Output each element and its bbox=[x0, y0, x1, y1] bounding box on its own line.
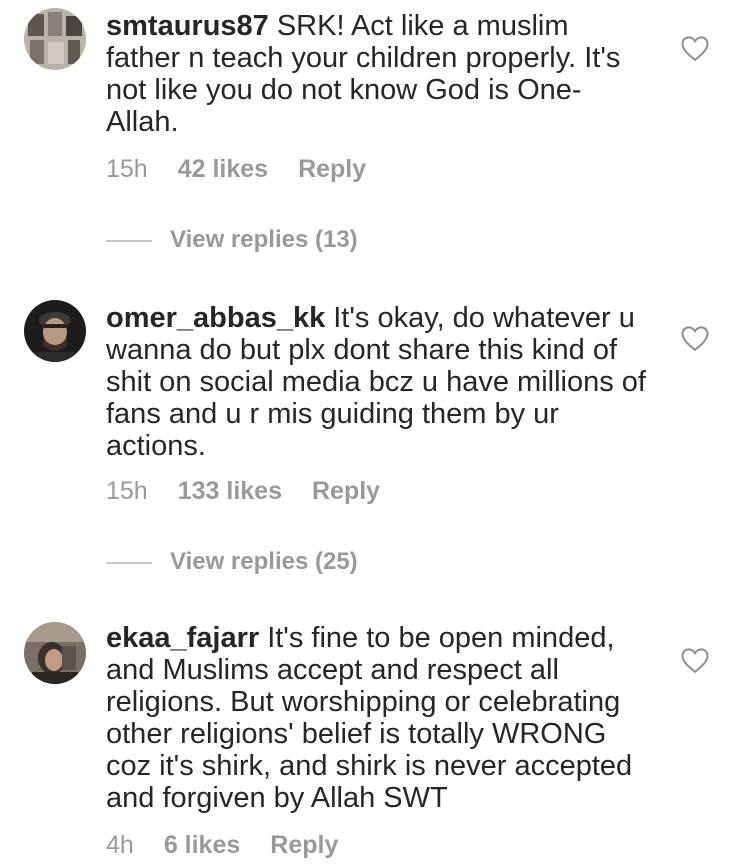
comment-meta: 15h 42 likes Reply bbox=[106, 155, 396, 184]
reply-button[interactable]: Reply bbox=[298, 155, 366, 184]
heart-icon[interactable] bbox=[680, 646, 710, 674]
divider-line bbox=[106, 239, 152, 242]
likes-count[interactable]: 133 likes bbox=[178, 477, 282, 506]
comment-body: ekaa_fajarr It's fine to be open minded, … bbox=[106, 622, 646, 814]
timestamp: 4h bbox=[106, 831, 134, 859]
username[interactable]: omer_abbas_kk bbox=[106, 302, 325, 334]
likes-count[interactable]: 6 likes bbox=[164, 831, 240, 860]
view-replies-label: View replies (13) bbox=[170, 226, 358, 253]
heart-icon[interactable] bbox=[680, 324, 710, 352]
comment-body: smtaurus87 SRK! Act like a muslim father … bbox=[106, 10, 646, 138]
comment-meta: 4h 6 likes Reply bbox=[106, 831, 368, 860]
reply-button[interactable]: Reply bbox=[312, 477, 380, 506]
heart-icon[interactable] bbox=[680, 34, 710, 62]
timestamp: 15h bbox=[106, 477, 148, 505]
comment-meta: 15h 133 likes Reply bbox=[106, 477, 410, 506]
divider-line bbox=[106, 561, 152, 564]
likes-count[interactable]: 42 likes bbox=[178, 155, 268, 184]
avatar[interactable] bbox=[24, 300, 86, 362]
view-replies-button[interactable]: View replies (25) bbox=[106, 548, 358, 578]
username[interactable]: smtaurus87 bbox=[106, 10, 269, 42]
avatar[interactable] bbox=[24, 8, 86, 70]
comment-body: omer_abbas_kk It's okay, do whatever u wa… bbox=[106, 302, 646, 462]
reply-button[interactable]: Reply bbox=[270, 831, 338, 860]
view-replies-button[interactable]: View replies (13) bbox=[106, 226, 358, 256]
username[interactable]: ekaa_fajarr bbox=[106, 622, 259, 654]
timestamp: 15h bbox=[106, 155, 148, 183]
view-replies-label: View replies (25) bbox=[170, 548, 358, 575]
avatar[interactable] bbox=[24, 622, 86, 684]
